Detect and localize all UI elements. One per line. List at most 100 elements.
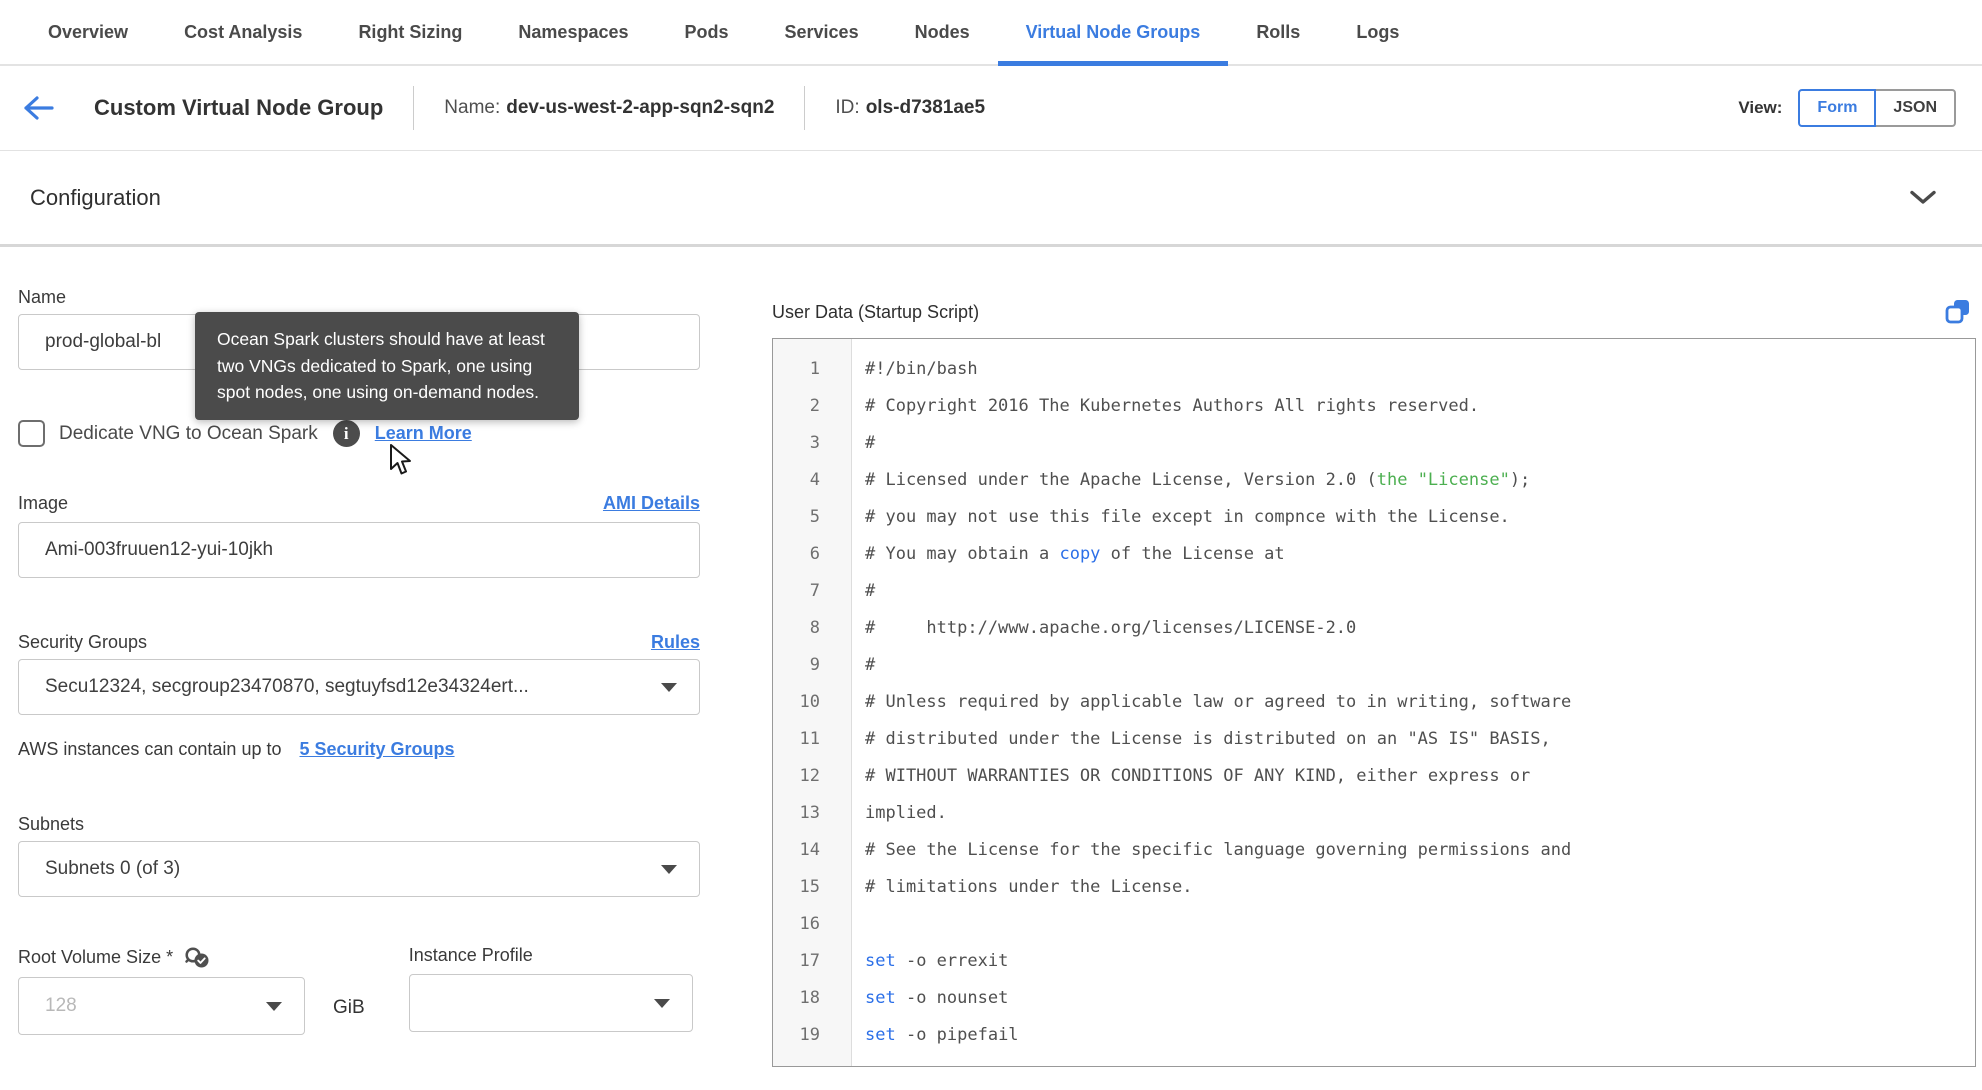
line-number: 14 xyxy=(799,840,820,860)
image-input[interactable]: Ami-003fruuen12-yui-10jkh xyxy=(18,522,700,578)
ami-details-link[interactable]: AMI Details xyxy=(603,493,700,514)
caret-down-icon xyxy=(661,682,677,692)
instance-profile-label: Instance Profile xyxy=(408,945,533,965)
code-line-3[interactable]: # xyxy=(865,425,1975,462)
tab-namespaces[interactable]: Namespaces xyxy=(490,0,656,64)
link-check-icon[interactable] xyxy=(183,945,211,969)
line-number: 6 xyxy=(809,544,820,564)
ocean-spark-tooltip: Ocean Spark clusters should have at leas… xyxy=(195,312,579,420)
tab-services[interactable]: Services xyxy=(757,0,887,64)
mouse-cursor xyxy=(388,444,414,481)
vng-id-value: ols-d7381ae5 xyxy=(865,97,986,118)
security-groups-label: Security Groups xyxy=(18,632,148,652)
tab-right-sizing[interactable]: Right Sizing xyxy=(330,0,490,64)
line-number: 7 xyxy=(809,581,820,601)
gib-unit-label: GiB xyxy=(333,997,365,1018)
root-volume-size-label: Root Volume Size * xyxy=(18,946,174,967)
code-line-13[interactable]: implied. xyxy=(865,795,1975,832)
copy-icon[interactable] xyxy=(1943,297,1973,327)
caret-down-icon xyxy=(653,998,670,1008)
section-title: Configuration xyxy=(30,184,161,210)
line-number: 4 xyxy=(809,470,820,490)
view-label: View: xyxy=(1738,98,1783,117)
name-input-value: prod-global-bl xyxy=(45,331,162,352)
code-line-5[interactable]: # you may not use this file except in co… xyxy=(865,499,1975,536)
view-json-button[interactable]: JSON xyxy=(1874,89,1956,127)
tab-logs[interactable]: Logs xyxy=(1328,0,1427,64)
line-number: 18 xyxy=(799,988,820,1008)
image-input-value: Ami-003fruuen12-yui-10jkh xyxy=(45,539,274,560)
info-icon[interactable]: i xyxy=(332,420,360,447)
security-groups-value: Secu12324, secgroup23470870, segtuyfsd12… xyxy=(45,676,529,697)
line-number: 1 xyxy=(809,359,820,379)
tab-nodes[interactable]: Nodes xyxy=(887,0,998,64)
name-field-label: Name xyxy=(18,287,67,307)
virtual-node-group-page: Overview Cost Analysis Right Sizing Namespa… xyxy=(0,0,1982,1090)
line-number: 11 xyxy=(799,729,820,749)
root-volume-size-select[interactable]: 128 xyxy=(18,977,305,1035)
code-line-11[interactable]: # distributed under the License is distr… xyxy=(865,721,1975,758)
line-number: 17 xyxy=(799,951,820,971)
code-editor[interactable]: 1 2 3 4 5 6 7 8 9 10 11 12 13 14 15 16 17 18 19 #!/bin/bas… xyxy=(772,338,1976,1067)
line-number: 3 xyxy=(809,433,820,453)
line-number: 19 xyxy=(799,1025,820,1045)
back-arrow-icon[interactable] xyxy=(22,94,54,122)
subnets-label: Subnets xyxy=(18,814,85,834)
tab-pods[interactable]: Pods xyxy=(657,0,757,64)
instance-profile-select[interactable] xyxy=(408,974,693,1032)
five-security-groups-link[interactable]: 5 Security Groups xyxy=(299,739,454,760)
line-number-gutter: 1 2 3 4 5 6 7 8 9 10 11 12 13 14 15 16 17 18 19 xyxy=(773,339,852,1066)
header-divider xyxy=(804,86,806,130)
line-number: 2 xyxy=(809,396,820,416)
line-number: 10 xyxy=(799,692,820,712)
code-line-10[interactable]: # Unless required by applicable law or a… xyxy=(865,684,1975,721)
code-line-16[interactable] xyxy=(865,906,1975,943)
vng-id: ID: ols-d7381ae5 xyxy=(835,97,985,119)
line-number: 16 xyxy=(799,914,820,934)
security-groups-note: AWS instances can contain up to xyxy=(18,739,282,759)
view-toggle: Form JSON xyxy=(1798,89,1956,127)
user-data-panel: User Data (Startup Script) 1 2 3 4 5 6 7 8 9 10 11… xyxy=(772,247,1976,1067)
subnets-value: Subnets 0 (of 3) xyxy=(45,858,181,879)
root-volume-placeholder: 128 xyxy=(45,995,77,1016)
code-line-15[interactable]: # limitations under the License. xyxy=(865,869,1975,906)
tab-cost-analysis[interactable]: Cost Analysis xyxy=(156,0,330,64)
code-line-18[interactable]: set -o nounset xyxy=(865,980,1975,1017)
vng-name-label: Name: xyxy=(444,97,501,118)
dedicate-vng-label: Dedicate VNG to Ocean Spark xyxy=(59,422,318,444)
image-field-label: Image xyxy=(18,493,69,513)
tab-overview[interactable]: Overview xyxy=(20,0,156,64)
user-data-label: User Data (Startup Script) xyxy=(772,301,980,322)
code-line-1[interactable]: #!/bin/bash xyxy=(865,351,1975,388)
security-groups-select[interactable]: Secu12324, secgroup23470870, segtuyfsd12… xyxy=(18,659,700,715)
rules-link[interactable]: Rules xyxy=(651,632,700,653)
code-line-14[interactable]: # See the License for the specific langu… xyxy=(865,832,1975,869)
code-line-7[interactable]: # xyxy=(865,573,1975,610)
tab-virtual-node-groups[interactable]: Virtual Node Groups xyxy=(997,0,1229,66)
line-number: 8 xyxy=(809,618,820,638)
code-line-4[interactable]: # Licensed under the Apache License, Ver… xyxy=(865,462,1975,499)
vng-id-label: ID: xyxy=(835,97,860,118)
line-number: 5 xyxy=(809,507,820,527)
code-line-2[interactable]: # Copyright 2016 The Kubernetes Authors … xyxy=(865,388,1975,425)
caret-down-icon xyxy=(266,1001,282,1011)
line-number: 13 xyxy=(799,803,820,823)
caret-down-icon xyxy=(661,864,677,874)
code-line-12[interactable]: # WITHOUT WARRANTIES OR CONDITIONS OF AN… xyxy=(865,758,1975,795)
dedicate-vng-checkbox[interactable] xyxy=(18,420,45,447)
tab-rolls[interactable]: Rolls xyxy=(1228,0,1328,64)
code-line-9[interactable]: # xyxy=(865,647,1975,684)
line-number: 15 xyxy=(799,877,820,897)
subnets-select[interactable]: Subnets 0 (of 3) xyxy=(18,841,700,897)
code-area[interactable]: #!/bin/bash # Copyright 2016 The Kubernet… xyxy=(852,339,1975,1066)
vng-name-value: dev-us-west-2-app-sqn2-sqn2 xyxy=(506,97,775,118)
code-line-6[interactable]: # You may obtain a copy of the License a… xyxy=(865,536,1975,573)
code-line-8[interactable]: # http://www.apache.org/licenses/LICENSE… xyxy=(865,610,1975,647)
view-form-button[interactable]: Form xyxy=(1798,89,1877,127)
code-line-17[interactable]: set -o errexit xyxy=(865,943,1975,980)
code-line-19[interactable]: set -o pipefail xyxy=(865,1017,1975,1054)
line-number: 9 xyxy=(809,655,820,675)
tab-bar: Overview Cost Analysis Right Sizing Namespa… xyxy=(0,0,1982,66)
chevron-down-icon[interactable] xyxy=(1909,190,1937,206)
learn-more-link[interactable]: Learn More xyxy=(375,423,472,444)
